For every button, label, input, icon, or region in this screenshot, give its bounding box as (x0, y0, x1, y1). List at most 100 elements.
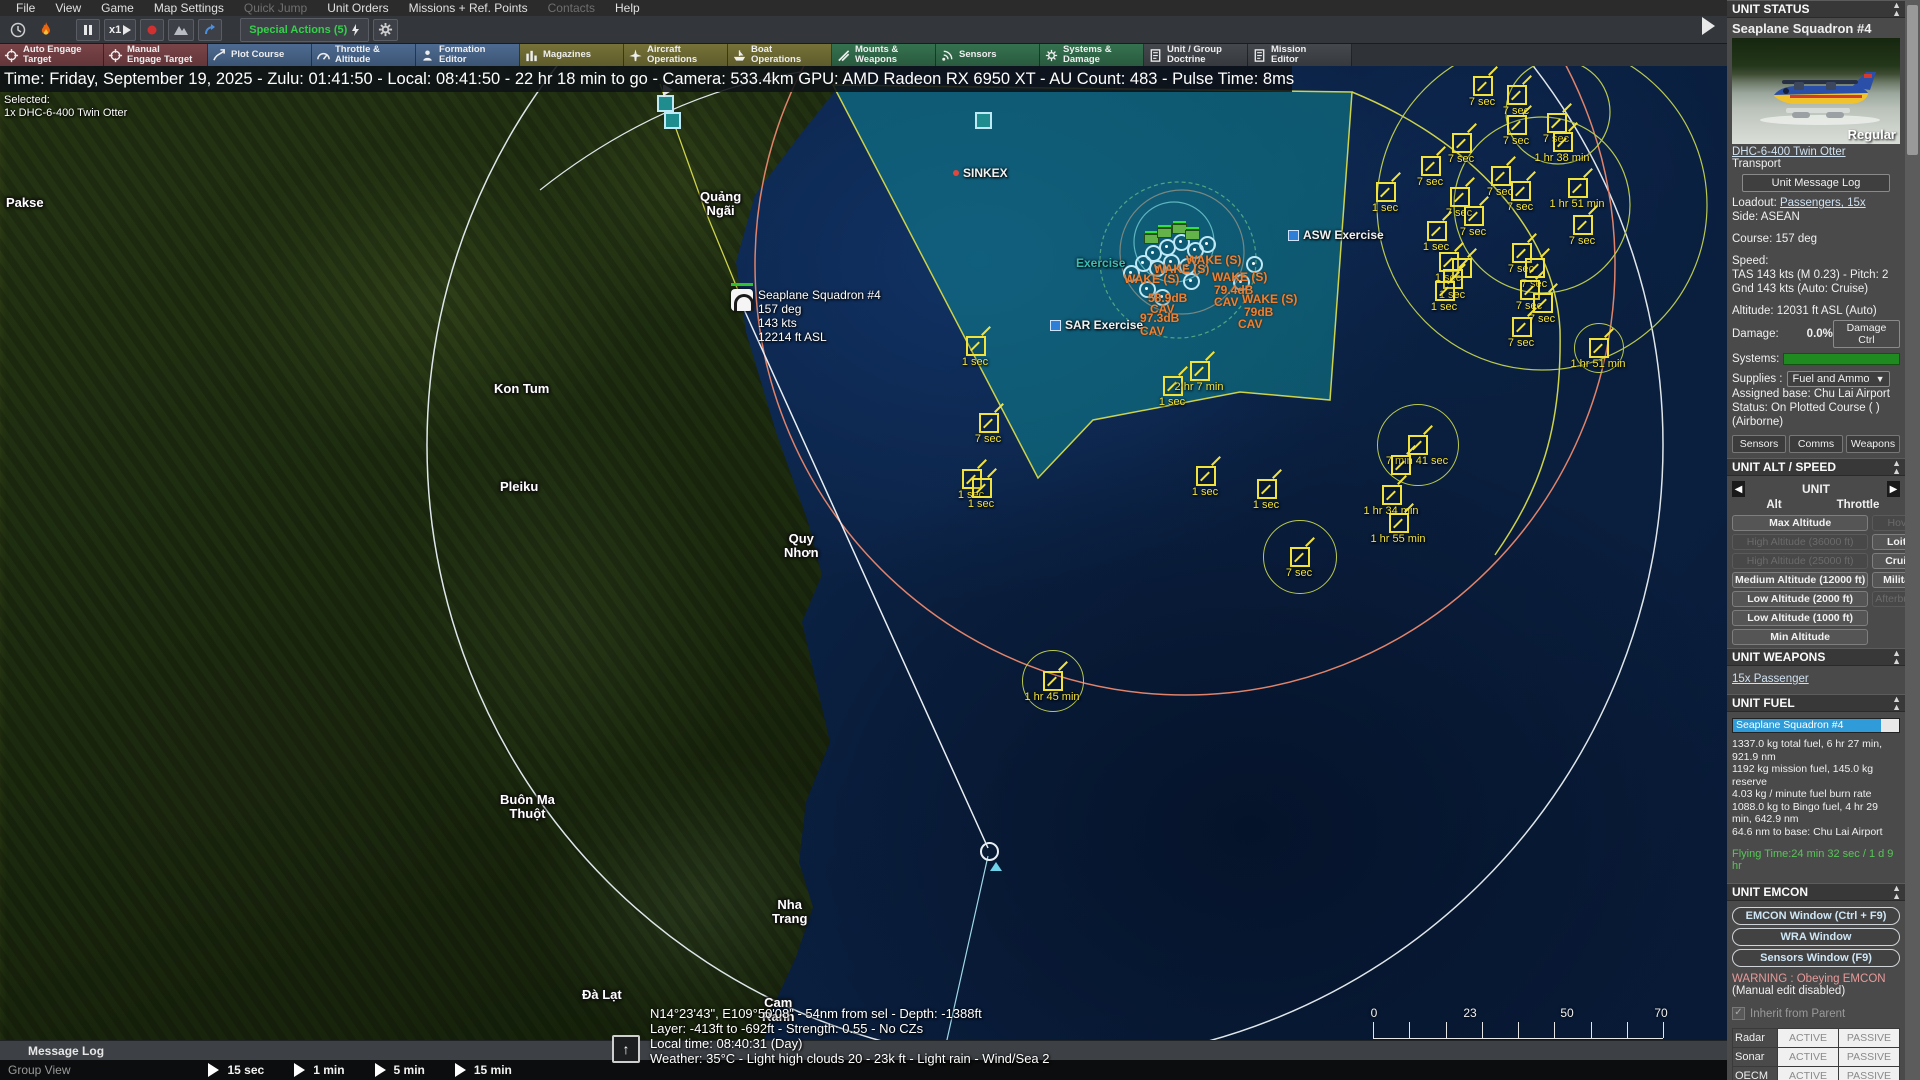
sensors-window-button[interactable]: Sensors Window (F9) (1732, 949, 1900, 967)
unknown-contact-symbol[interactable] (1421, 156, 1441, 176)
facility-symbol[interactable] (664, 112, 681, 129)
unknown-contact-symbol[interactable] (1408, 435, 1428, 455)
unknown-contact-symbol[interactable] (966, 336, 986, 356)
unknown-contact-symbol[interactable] (1452, 133, 1472, 153)
alt-button-max-altitude[interactable]: Max Altitude (1732, 515, 1868, 531)
unknown-contact-symbol[interactable] (1391, 455, 1411, 475)
time-step-5-min[interactable]: 5 min (375, 1063, 425, 1077)
facility-symbol[interactable] (657, 95, 674, 112)
alt-button-low-altitude-2000-ft-[interactable]: Low Altitude (2000 ft) (1732, 591, 1868, 607)
unknown-contact-symbol[interactable] (1435, 281, 1455, 301)
ribbon-button-manual-engage-target[interactable]: ManualEngage Target (104, 44, 208, 66)
menu-item-map-settings[interactable]: Map Settings (144, 0, 234, 16)
special-actions-button[interactable]: Special Actions (5) (240, 18, 369, 42)
inherit-checkbox[interactable]: ✓ (1732, 1007, 1745, 1020)
scope-next-button[interactable]: ▶ (1887, 481, 1900, 497)
ribbon-button-mounts-weapons[interactable]: Mounts &Weapons (832, 44, 936, 66)
tab-sensors[interactable]: Sensors (1732, 435, 1786, 453)
unit-alt-speed-header[interactable]: UNIT ALT / SPEED ▲▲ (1727, 458, 1905, 476)
damage-ctrl-button[interactable]: Damage Ctrl (1833, 320, 1900, 348)
unit-status-header[interactable]: UNIT STATUS ▲▲ (1727, 0, 1905, 18)
unknown-contact-symbol[interactable] (1450, 187, 1470, 207)
map-canvas[interactable]: PakseQuảng NgãiKon TumPleikuQuy NhơnBuôn… (0, 0, 1727, 1080)
record-button[interactable] (140, 19, 164, 41)
unknown-contact-symbol[interactable] (1507, 85, 1527, 105)
menu-item-unit-orders[interactable]: Unit Orders (317, 0, 398, 16)
ribbon-button-auto-engage-target[interactable]: Auto EngageTarget (0, 44, 104, 66)
menu-item-missions-ref-points[interactable]: Missions + Ref. Points (399, 0, 538, 16)
unknown-contact-symbol[interactable] (1547, 113, 1567, 133)
ribbon-button-throttle-altitude[interactable]: Throttle &Altitude (312, 44, 416, 66)
ribbon-button-sensors[interactable]: Sensors (936, 44, 1040, 66)
sidebar-scrollbar-thumb[interactable] (1907, 5, 1918, 155)
tab-comms[interactable]: Comms (1789, 435, 1843, 453)
menu-item-file[interactable]: File (6, 0, 45, 16)
oecm-active-button[interactable]: ACTIVE (1778, 1067, 1838, 1080)
ribbon-button-systems-damage[interactable]: Systems &Damage (1040, 44, 1144, 66)
radar-active-button[interactable]: ACTIVE (1778, 1029, 1838, 1047)
time-step-15-sec[interactable]: 15 sec (208, 1063, 264, 1077)
facility-symbol[interactable] (975, 112, 992, 129)
pause-button[interactable] (76, 19, 100, 41)
unit-fuel-header[interactable]: UNIT FUEL ▲▲ (1727, 694, 1905, 712)
terrain-view-button[interactable] (168, 19, 194, 41)
unknown-contact-symbol[interactable] (1525, 258, 1545, 278)
unknown-contact-symbol[interactable] (1190, 361, 1210, 381)
unknown-contact-symbol[interactable] (1568, 178, 1588, 198)
unknown-contact-symbol[interactable] (1533, 293, 1553, 313)
unknown-contact-symbol[interactable] (1512, 317, 1532, 337)
sidebar-scrollbar[interactable] (1905, 0, 1920, 1080)
undo-button[interactable] (198, 19, 222, 41)
unknown-contact-symbol[interactable] (1382, 485, 1402, 505)
unknown-contact-symbol[interactable] (1196, 466, 1216, 486)
surface-contact-symbol[interactable] (1199, 236, 1216, 253)
unknown-contact-symbol[interactable] (1290, 547, 1310, 567)
scope-prev-button[interactable]: ◀ (1732, 481, 1745, 497)
loadout-link[interactable]: Passengers, 15x (1780, 197, 1866, 209)
time-compression-button[interactable]: x1 (104, 19, 136, 41)
own-unit-symbol-seaplane[interactable] (731, 289, 753, 311)
panel-up-button[interactable]: ↑ (612, 1035, 640, 1063)
ribbon-button-boat-operations[interactable]: BoatOperations (728, 44, 832, 66)
unknown-contact-symbol[interactable] (1491, 166, 1511, 186)
unknown-contact-symbol[interactable] (1553, 132, 1573, 152)
menu-item-view[interactable]: View (45, 0, 91, 16)
unknown-contact-symbol[interactable] (1507, 115, 1527, 135)
weapon-item-link[interactable]: 15x Passenger (1732, 673, 1809, 685)
ribbon-button-magazines[interactable]: Magazines (520, 44, 624, 66)
ribbon-button-plot-course[interactable]: Plot Course (208, 44, 312, 66)
unknown-contact-symbol[interactable] (1257, 479, 1277, 499)
unknown-contact-symbol[interactable] (1376, 182, 1396, 202)
supplies-dropdown[interactable]: Fuel and Ammo ▼ (1787, 371, 1891, 387)
unknown-contact-symbol[interactable] (1511, 181, 1531, 201)
oecm-passive-button[interactable]: PASSIVE (1839, 1067, 1899, 1080)
menu-item-game[interactable]: Game (91, 0, 144, 16)
alt-button-low-altitude-1000-ft-[interactable]: Low Altitude (1000 ft) (1732, 610, 1868, 626)
ribbon-button-formation-editor[interactable]: FormationEditor (416, 44, 520, 66)
ribbon-button-unit-group-doctrine[interactable]: Unit / GroupDoctrine (1144, 44, 1248, 66)
unit-emcon-header[interactable]: UNIT EMCON ▲▲ (1727, 883, 1905, 901)
ribbon-button-aircraft-operations[interactable]: AircraftOperations (624, 44, 728, 66)
fire-button[interactable] (34, 19, 58, 41)
sonar-passive-button[interactable]: PASSIVE (1839, 1048, 1899, 1066)
ribbon-button-mission-editor[interactable]: MissionEditor (1248, 44, 1352, 66)
wra-window-button[interactable]: WRA Window (1732, 928, 1900, 946)
unknown-contact-symbol[interactable] (1389, 513, 1409, 533)
tab-weapons[interactable]: Weapons (1846, 435, 1900, 453)
group-view-label[interactable]: Group View (8, 1063, 70, 1077)
emcon-window-button[interactable]: EMCON Window (Ctrl + F9) (1732, 907, 1900, 925)
unknown-contact-symbol[interactable] (1573, 215, 1593, 235)
friendly-ship-symbol[interactable] (1157, 228, 1172, 238)
friendly-ship-symbol[interactable] (1185, 230, 1200, 240)
plotted-course-waypoint[interactable] (980, 842, 999, 861)
time-step-1-min[interactable]: 1 min (294, 1063, 344, 1077)
settings-button[interactable] (373, 19, 398, 41)
radar-passive-button[interactable]: PASSIVE (1839, 1029, 1899, 1047)
clock-icon-button[interactable] (6, 19, 30, 41)
unknown-contact-symbol[interactable] (1589, 338, 1609, 358)
alt-button-medium-altitude-12000-ft-[interactable]: Medium Altitude (12000 ft) (1732, 572, 1868, 588)
unit-weapons-header[interactable]: UNIT WEAPONS ▲▲ (1727, 648, 1905, 666)
alt-button-min-altitude[interactable]: Min Altitude (1732, 629, 1868, 645)
sonar-active-button[interactable]: ACTIVE (1778, 1048, 1838, 1066)
unknown-contact-symbol[interactable] (972, 478, 992, 498)
